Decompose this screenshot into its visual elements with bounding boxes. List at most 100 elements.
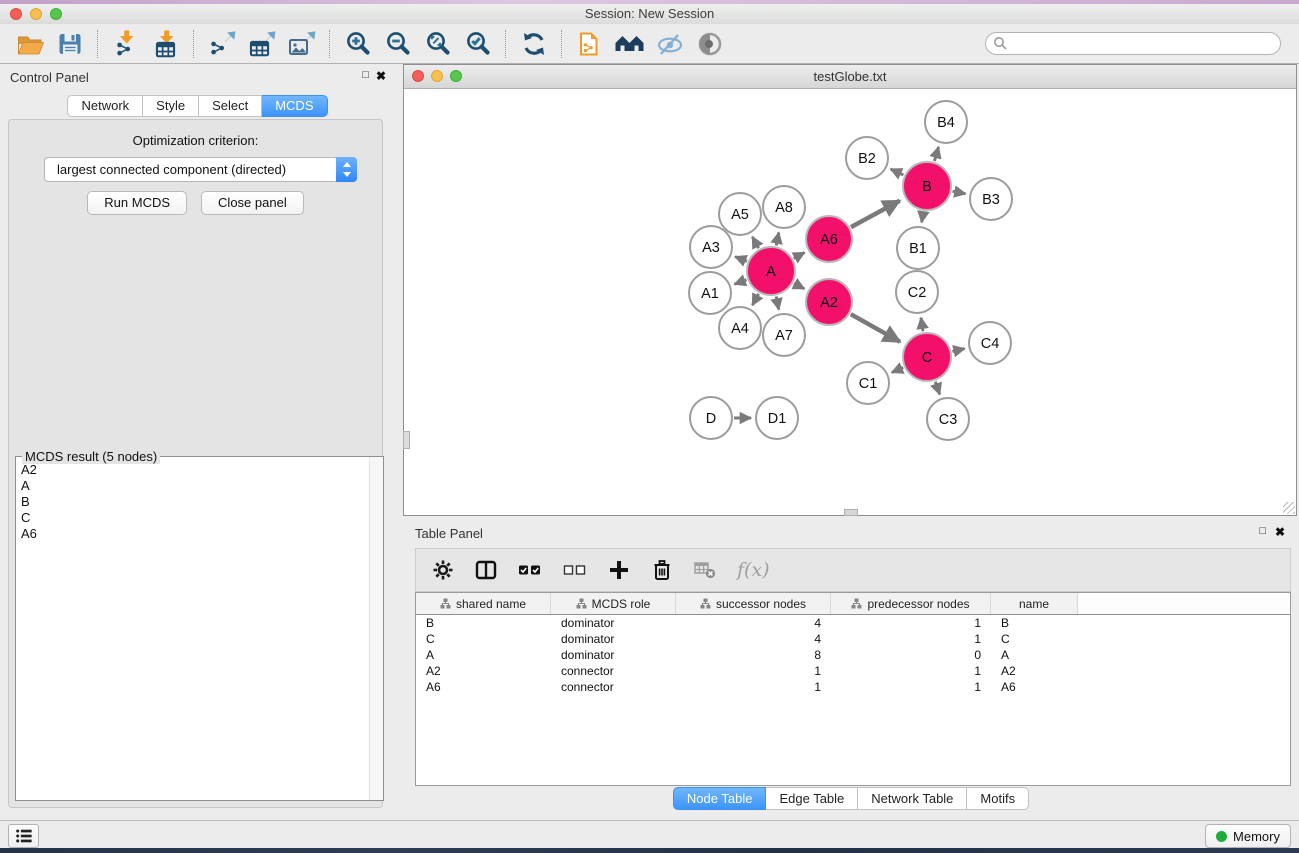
column-header-predecessor-nodes[interactable]: predecessor nodes [831, 593, 991, 614]
column-header-shared-name[interactable]: shared name [416, 593, 551, 614]
graph-node-A[interactable]: A [747, 247, 795, 295]
tab-edge-table[interactable]: Edge Table [766, 787, 858, 810]
network-zoom-button[interactable] [450, 70, 462, 82]
result-list-scrollbar[interactable] [369, 457, 383, 800]
graph-node-A6[interactable]: A6 [806, 216, 852, 262]
close-panel-button[interactable]: Close panel [201, 191, 304, 215]
close-window-button[interactable] [10, 8, 22, 20]
graph-node-A4[interactable]: A4 [719, 307, 761, 349]
open-file-button[interactable] [10, 27, 50, 61]
tab-network[interactable]: Network [67, 95, 143, 117]
graph-node-C2[interactable]: C2 [896, 271, 938, 313]
graph-node-A5[interactable]: A5 [719, 193, 761, 235]
graph-edge-C-C1[interactable] [892, 368, 903, 373]
refresh-button[interactable] [514, 27, 554, 61]
resize-corner[interactable] [1283, 502, 1295, 514]
graph-edge-B-B2[interactable] [891, 169, 904, 175]
column-header-MCDS-role[interactable]: MCDS role [551, 593, 676, 614]
minimize-window-button[interactable] [30, 8, 42, 20]
zoom-in-button[interactable] [338, 27, 378, 61]
tab-select[interactable]: Select [199, 95, 262, 117]
zoom-selected-button[interactable] [458, 27, 498, 61]
show-columns-button[interactable] [475, 559, 497, 581]
task-history-button[interactable] [8, 824, 39, 848]
network-minimize-button[interactable] [431, 70, 443, 82]
graph-node-B2[interactable]: B2 [846, 137, 888, 179]
graph-node-A1[interactable]: A1 [689, 272, 731, 314]
result-item-a[interactable]: A [16, 478, 369, 494]
table-row-C[interactable]: Cdominator41C [416, 631, 1290, 647]
table-row-A2[interactable]: A2connector11A2 [416, 663, 1290, 679]
graph-edge-A2-C[interactable] [851, 314, 900, 342]
birdseye-toggle-handle[interactable] [403, 431, 410, 449]
graph-edge-A6-B[interactable] [851, 201, 900, 227]
graph-node-A2[interactable]: A2 [806, 279, 852, 325]
graph-edge-A-A6[interactable] [794, 253, 805, 259]
graph-node-C1[interactable]: C1 [847, 362, 889, 404]
graph-edge-B-B1[interactable] [922, 212, 924, 223]
export-table-button[interactable] [242, 27, 282, 61]
graph-edge-A-A5[interactable] [752, 237, 758, 248]
optimization-criterion-dropdown[interactable]: largest connected component (directed) [44, 157, 357, 182]
create-column-button[interactable] [608, 559, 630, 581]
export-network-button[interactable] [202, 27, 242, 61]
hide-graphics-details-button[interactable] [650, 27, 690, 61]
table-row-A6[interactable]: A6connector11A6 [416, 679, 1290, 695]
result-item-a2[interactable]: A2 [16, 462, 369, 478]
zoom-out-button[interactable] [378, 27, 418, 61]
tab-network-table[interactable]: Network Table [858, 787, 967, 810]
enable-all-columns-button[interactable] [518, 559, 542, 581]
result-item-b[interactable]: B [16, 494, 369, 510]
graph-node-A8[interactable]: A8 [763, 186, 805, 228]
close-table-panel-icon[interactable]: ✖ [1275, 525, 1285, 539]
level-of-detail-button[interactable] [690, 27, 730, 61]
graph-edge-B-B3[interactable] [953, 191, 966, 194]
column-header-successor-nodes[interactable]: successor nodes [676, 593, 831, 614]
tab-mcds[interactable]: MCDS [262, 95, 327, 117]
export-image-button[interactable] [282, 27, 322, 61]
graph-edge-A-A7[interactable] [776, 297, 779, 310]
graph-edge-A-A3[interactable] [735, 257, 747, 262]
graph-node-D[interactable]: D [690, 397, 732, 439]
tab-style[interactable]: Style [143, 95, 199, 117]
float-table-panel-icon[interactable]: □ [1259, 525, 1266, 537]
float-panel-icon[interactable]: □ [362, 69, 369, 81]
graph-edge-C-C2[interactable] [921, 318, 923, 332]
close-panel-icon[interactable]: ✖ [376, 69, 386, 83]
graph-edge-A-A8[interactable] [776, 233, 779, 246]
graph-node-D1[interactable]: D1 [756, 397, 798, 439]
result-item-a6[interactable]: A6 [16, 526, 369, 542]
tab-node-table[interactable]: Node Table [673, 787, 767, 810]
graph-node-C[interactable]: C [903, 333, 951, 381]
result-item-c[interactable]: C [16, 510, 369, 526]
graph-edge-A-A1[interactable] [735, 280, 747, 284]
graph-edge-C-C4[interactable] [952, 349, 964, 352]
network-canvas[interactable]: B4B2BB3A5A8A6A3B1AC2A1A2A4A7C4CC1DD1C3 [404, 89, 1296, 515]
save-session-button[interactable] [50, 27, 90, 61]
graph-node-B3[interactable]: B3 [970, 178, 1012, 220]
zoom-window-button[interactable] [50, 8, 62, 20]
network-overview-button[interactable] [610, 27, 650, 61]
graph-node-B1[interactable]: B1 [897, 227, 939, 269]
splitter-handle[interactable] [844, 509, 858, 516]
import-table-button[interactable] [146, 27, 186, 61]
new-network-from-selection-button[interactable] [570, 27, 610, 61]
graph-node-A7[interactable]: A7 [763, 314, 805, 356]
search-input[interactable] [985, 32, 1281, 55]
import-network-button[interactable] [106, 27, 146, 61]
graph-edge-C-C3[interactable] [935, 382, 939, 395]
graph-node-B4[interactable]: B4 [925, 101, 967, 143]
table-mode-button[interactable] [432, 559, 454, 581]
graph-node-A3[interactable]: A3 [690, 226, 732, 268]
zoom-fit-button[interactable] [418, 27, 458, 61]
graph-edge-B-B4[interactable] [934, 147, 938, 161]
table-row-B[interactable]: Bdominator41B [416, 615, 1290, 631]
network-close-button[interactable] [412, 70, 424, 82]
delete-columns-button[interactable] [651, 559, 673, 581]
graph-edge-A-A4[interactable] [752, 294, 758, 305]
table-row-A[interactable]: Adominator80A [416, 647, 1290, 663]
tab-motifs[interactable]: Motifs [967, 787, 1029, 810]
graph-node-B[interactable]: B [903, 162, 951, 210]
graph-node-C4[interactable]: C4 [969, 322, 1011, 364]
disable-all-columns-button[interactable] [563, 559, 587, 581]
